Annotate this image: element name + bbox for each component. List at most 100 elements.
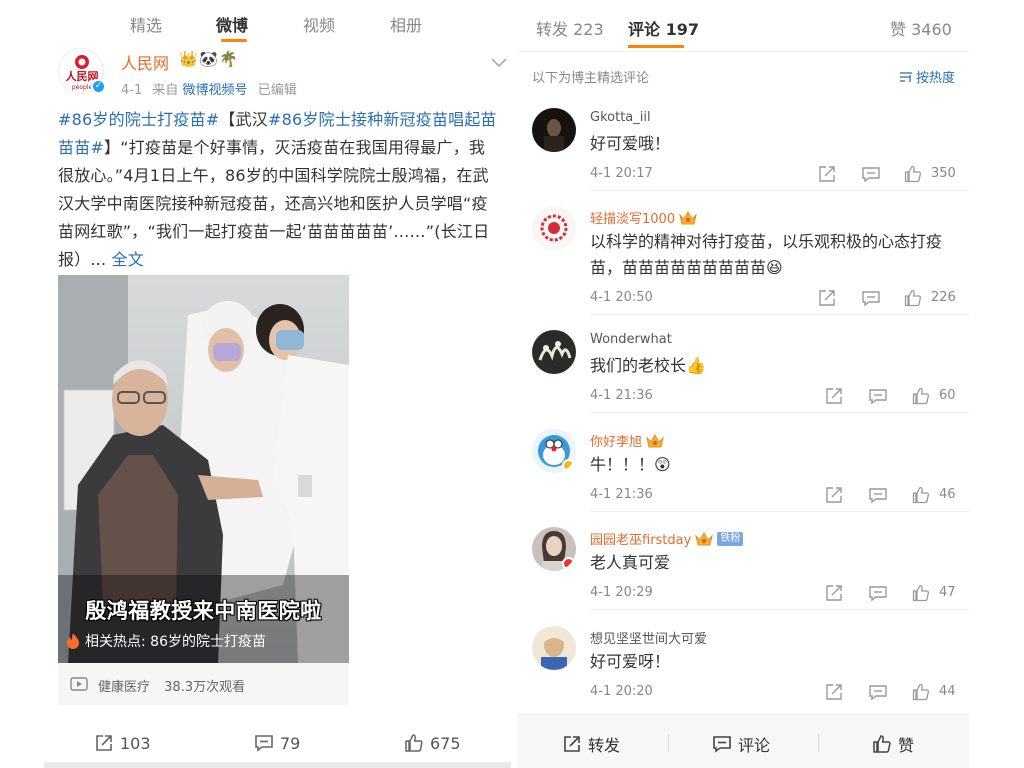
flame-icon [67,633,79,649]
hashtag-link[interactable]: #86岁的院士打疫苗# [58,110,219,129]
hot-badge-icon [562,557,575,570]
tab-featured[interactable]: 精选 [130,12,162,36]
edited-label: 已编辑 [257,83,297,98]
avatar[interactable] [532,527,576,571]
crown-icon [646,433,664,447]
chevron-down-icon[interactable] [490,56,508,68]
repost-button[interactable]: 103 [94,732,151,754]
comment-like-count: 44 [939,684,956,699]
share-icon[interactable] [818,289,836,307]
tab-album[interactable]: 相册 [390,12,422,36]
comment-footer: 4-1 20:20 44 [590,683,956,703]
comment-author[interactable]: 园园老巫firstday 铁粉 [590,529,744,548]
tab-comments[interactable]: 评论 197 [628,16,699,40]
tab-weibo[interactable]: 微博 [216,12,248,36]
avatar[interactable] [532,206,576,250]
comment-footer: 4-1 20:29 47 [590,584,956,604]
thumbs-up-icon[interactable] [912,486,930,504]
comment-like-count: 47 [939,585,956,600]
comment-button[interactable]: 79 [254,732,300,754]
share-icon[interactable] [825,387,843,405]
repost-icon [96,735,112,751]
comment-author[interactable]: 轻描淡写1000 [590,208,697,227]
post-header: 人民网 people ✓ 人民网 👑 🐼 🌴 4-1 来自 微博视频号 已编辑 [58,48,508,98]
comment-icon [713,736,731,753]
post-source-link[interactable]: 微博视频号 [183,83,248,98]
comment-author-name: 你好李旭 [590,435,643,450]
video-category: 健康医疗 [98,680,151,695]
sort-label: 按热度 [915,71,955,86]
share-icon[interactable] [818,165,836,183]
reply-icon[interactable] [862,165,880,183]
share-icon[interactable] [825,683,843,701]
sort-by-heat-button[interactable]: 按热度 [899,67,955,86]
avatar[interactable] [532,108,576,152]
divider [590,511,969,512]
video-player[interactable]: 殷鸿福教授来中南医院啦 相关热点: 86岁的院士打疫苗 [58,275,349,663]
tab-reposts-label: 转发 [536,20,569,39]
comment-author[interactable]: Wonderwhat [590,332,672,347]
tab-likes-label: 赞 [890,20,907,39]
thumbs-up-icon [405,734,423,752]
tab-reposts[interactable]: 转发 223 [536,16,604,40]
repost-label: 转发 [588,736,621,755]
thumbs-up-icon[interactable] [912,584,930,602]
video-views: 38.3万次观看 [164,680,246,695]
avatar[interactable] [532,330,576,374]
avatar[interactable] [532,429,576,473]
divider [590,609,969,610]
svg-text:people: people [72,84,93,91]
comment-author-name: 轻描淡写1000 [590,212,676,227]
thumbs-up-icon[interactable] [904,165,922,183]
active-tab-indicator [628,45,684,48]
related-topic-link[interactable]: 相关热点: 86岁的院士打疫苗 [67,631,266,651]
tab-video[interactable]: 视频 [303,12,335,36]
comment-button[interactable]: 评论 [712,732,770,756]
comment-time: 4-1 20:29 [590,585,653,600]
divider [818,734,819,752]
reply-icon[interactable] [869,486,887,504]
comment-count: 79 [280,733,301,753]
comment-like-count: 46 [939,487,956,502]
reply-icon[interactable] [869,584,887,602]
thumbs-up-icon[interactable] [904,289,922,307]
reply-icon[interactable] [862,289,880,307]
featured-comments-hint: 以下为博主精选评论 [532,71,650,86]
read-more-link[interactable]: 全文 [112,250,144,269]
post-text: 【武汉 [219,110,268,129]
avatar[interactable] [532,626,576,670]
related-topic-text: 相关热点: 86岁的院士打疫苗 [85,634,266,650]
repost-button[interactable]: 转发 [562,732,620,756]
post-date: 4-1 [121,83,143,98]
comment-time: 4-1 21:36 [590,487,653,502]
comment-author[interactable]: 你好李旭 [590,431,664,450]
comment-footer: 4-1 20:50 226 [590,289,956,309]
post-meta: 4-1 来自 微博视频号 已编辑 [121,79,297,98]
reply-icon[interactable] [869,683,887,701]
crown-icon [695,531,714,545]
share-icon[interactable] [825,486,843,504]
thumbs-up-icon[interactable] [912,683,930,701]
comment-footer: 4-1 21:36 46 [590,486,956,506]
like-button[interactable]: 赞 [872,732,914,756]
tab-likes[interactable]: 赞 3460 [890,16,952,40]
vip-badge-icon [562,459,575,472]
comment-author[interactable]: Gkotta_iil [590,110,651,125]
repost-count: 103 [120,733,151,753]
island-badge-icon: 🌴 [219,50,238,68]
comment-text: 我们的老校长👍 [590,356,706,375]
comment-text: 好可爱哦！ [590,134,671,153]
share-icon[interactable] [825,584,843,602]
like-button[interactable]: 675 [404,732,461,754]
reply-icon[interactable] [869,387,887,405]
comment-time: 4-1 20:20 [590,684,653,699]
tab-likes-count: 3460 [911,20,952,39]
thumbs-up-icon[interactable] [912,387,930,405]
divider [668,734,669,752]
comment-label: 评论 [738,736,771,755]
author-name[interactable]: 人民网 [121,50,169,74]
comment-author[interactable]: 想见坚坚世间大可爱 [590,628,707,647]
post-actions: 103 79 675 [44,728,511,762]
video-stats: 健康医疗 38.3万次观看 [98,676,245,695]
comment-text: 以科学的精神对待打疫苗，以乐观积极的心态打疫苗，苗苗苗苗苗苗苗苗苗😆 [590,232,943,277]
